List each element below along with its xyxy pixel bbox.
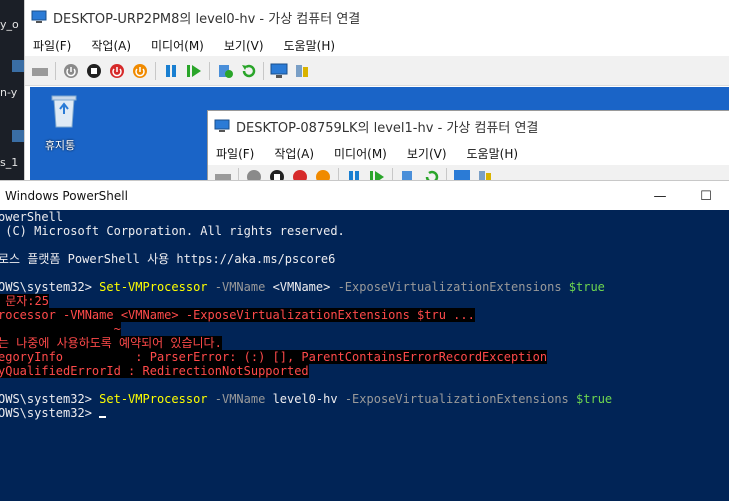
menu-file[interactable]: 파일(F) (216, 145, 254, 162)
desktop-icon-label[interactable]: s_1 (0, 156, 18, 169)
inner-vm-titlebar[interactable]: DESKTOP-08759LK의 level1-hv - 가상 컴퓨터 연결 (208, 111, 729, 141)
outer-vm-titlebar[interactable]: DESKTOP-URP2PM8의 level0-hv - 가상 컴퓨터 연결 (25, 0, 729, 34)
menu-view[interactable]: 보기(V) (224, 37, 264, 54)
vm-connect-icon (214, 119, 230, 132)
recycle-bin[interactable]: 휴지통 (38, 93, 82, 153)
checkpoint-icon[interactable] (216, 62, 234, 80)
revert-icon[interactable] (239, 62, 257, 80)
desktop-icon[interactable] (12, 60, 24, 72)
text-cursor (99, 416, 107, 418)
inner-vm-window: DESKTOP-08759LK의 level1-hv - 가상 컴퓨터 연결 파… (207, 110, 729, 190)
toolbar-separator (155, 61, 156, 80)
parameter: -ExposeVirtualizationExtensions (330, 280, 569, 294)
toolbar-separator (209, 61, 210, 80)
error-text: ~ (0, 322, 121, 336)
cmdlet: Set-VMProcessor (99, 280, 208, 294)
recycle-bin-icon (51, 95, 76, 128)
console-line: (C) Microsoft Corporation. All rights re… (0, 224, 345, 238)
parameter: -VMName (207, 280, 273, 294)
maximize-button[interactable]: ☐ (683, 181, 729, 211)
console-line: 로스 플랫폼 PowerShell 사용 https://aka.ms/psco… (0, 252, 336, 266)
inner-vm-title: DESKTOP-08759LK의 level1-hv - 가상 컴퓨터 연결 (236, 120, 539, 136)
parameter: -VMName (207, 392, 273, 406)
prompt: OWS\system32> (0, 280, 100, 294)
outer-vm-menubar: 파일(F) 작업(A) 미디어(M) 보기(V) 도움말(H) (25, 34, 729, 56)
menu-action[interactable]: 작업(A) (91, 37, 131, 54)
menu-media[interactable]: 미디어(M) (334, 145, 387, 162)
minimize-button[interactable]: — (637, 181, 683, 211)
console-command-line: OWS\system32> Set-VMProcessor -VMName le… (0, 392, 612, 406)
window-controls: — ☐ (637, 181, 729, 211)
variable: $true (576, 392, 613, 406)
toolbar-separator (263, 61, 264, 80)
argument: level0-hv (272, 392, 338, 406)
error-line: ~ (0, 322, 121, 336)
menu-help[interactable]: 도움말(H) (467, 145, 519, 162)
error-text: 는 나중에 사용하도록 예약되어 있습니다. (0, 336, 222, 350)
error-line: 문자:25 (0, 294, 49, 308)
start-icon[interactable] (62, 62, 80, 80)
prompt: OWS\system32> (0, 392, 100, 406)
menu-file[interactable]: 파일(F) (33, 37, 71, 54)
parameter: -ExposeVirtualizationExtensions (337, 392, 577, 406)
desktop-icon-label[interactable]: y_o (0, 18, 19, 31)
shutdown-icon[interactable] (108, 62, 126, 80)
error-text: rocessor -VMName <VMName> -ExposeVirtual… (0, 308, 475, 322)
error-line: yQualifiedErrorId : RedirectionNotSuppor… (0, 364, 309, 378)
powershell-titlebar[interactable]: Windows PowerShell — ☐ (0, 180, 729, 210)
powershell-title: Windows PowerShell (5, 188, 128, 203)
console-command-line: OWS\system32> Set-VMProcessor -VMName <V… (0, 280, 605, 294)
pause-icon[interactable] (162, 62, 180, 80)
menu-help[interactable]: 도움말(H) (284, 37, 336, 54)
save-state-icon[interactable] (131, 62, 149, 80)
console-prompt-line[interactable]: OWS\system32> (0, 406, 107, 420)
prompt: OWS\system32> (0, 406, 100, 420)
variable: $true (568, 280, 605, 294)
error-line: 는 나중에 사용하도록 예약되어 있습니다. (0, 336, 222, 350)
error-line: rocessor -VMName <VMName> -ExposeVirtual… (0, 308, 475, 322)
ctrl-alt-del-icon[interactable] (31, 62, 49, 80)
menu-view[interactable]: 보기(V) (407, 145, 447, 162)
vm-connect-icon (31, 10, 47, 23)
cmdlet: Set-VMProcessor (99, 392, 208, 406)
powershell-console[interactable]: owerShell (C) Microsoft Corporation. All… (0, 210, 729, 501)
menu-action[interactable]: 작업(A) (274, 145, 314, 162)
argument: <VMName> (272, 280, 331, 294)
toolbar-separator (55, 61, 56, 80)
error-text: yQualifiedErrorId : RedirectionNotSuppor… (0, 364, 309, 378)
turn-off-icon[interactable] (85, 62, 103, 80)
enhanced-session-icon[interactable] (270, 62, 288, 80)
desktop-icon[interactable] (12, 130, 24, 142)
inner-vm-menubar: 파일(F) 작업(A) 미디어(M) 보기(V) 도움말(H) (208, 141, 729, 165)
error-line: egoryInfo : ParserError: (:) [], ParentC… (0, 350, 548, 364)
console-line: owerShell (0, 210, 64, 224)
outer-vm-toolbar (25, 56, 729, 86)
error-text: egoryInfo : ParserError: (:) [], ParentC… (0, 350, 548, 364)
outer-vm-title: DESKTOP-URP2PM8의 level0-hv - 가상 컴퓨터 연결 (53, 11, 361, 27)
error-text: 문자:25 (0, 294, 49, 308)
desktop-icon-label[interactable]: n-y (0, 86, 17, 99)
resume-icon[interactable] (185, 62, 203, 80)
recycle-bin-label: 휴지통 (44, 139, 76, 152)
menu-media[interactable]: 미디어(M) (151, 37, 204, 54)
share-icon[interactable] (293, 62, 311, 80)
